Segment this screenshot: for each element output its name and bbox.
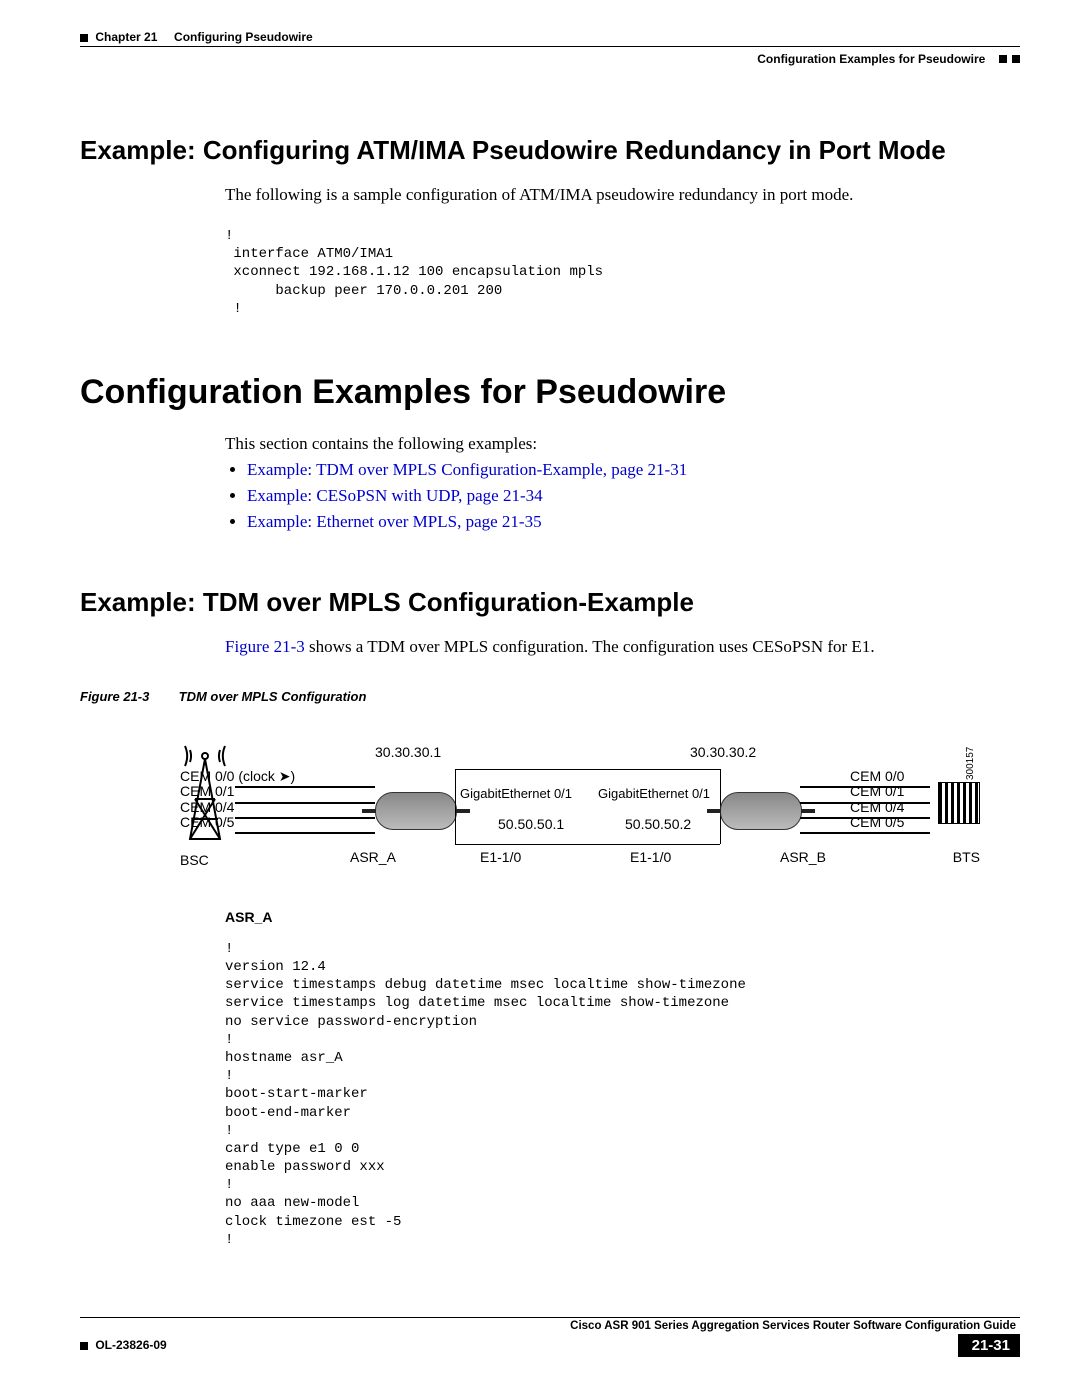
square-icon: [80, 1342, 88, 1350]
code-block-asr-a: ! version 12.4 service timestamps debug …: [225, 940, 1020, 1249]
figure-title: TDM over MPLS Configuration: [179, 689, 367, 704]
page-footer: Cisco ASR 901 Series Aggregation Service…: [80, 1317, 1020, 1367]
cem-labels-left: CEM 0/0 (clock ➤) CEM 0/1 CEM 0/4 CEM 0/…: [180, 769, 295, 831]
network-diagram: BSC CEM 0/0 (clock ➤) CEM 0/1 CEM 0/4 CE…: [180, 724, 980, 884]
diagram-id: 300157: [965, 746, 976, 779]
header-section-title: Configuration Examples for Pseudowire: [757, 52, 985, 66]
xref-link[interactable]: Example: TDM over MPLS Configuration-Exa…: [247, 460, 687, 479]
bts-icon: [938, 782, 980, 824]
xref-list: Example: TDM over MPLS Configuration-Exa…: [225, 460, 1020, 532]
xref-link[interactable]: Example: CESoPSN with UDP, page 21-34: [247, 486, 543, 505]
router-icon: [375, 792, 457, 830]
figure-caption: Figure 21-3 TDM over MPLS Configuration: [80, 689, 1020, 704]
label-ip: 30.30.30.1: [375, 744, 441, 760]
label-asr-a: ASR_A: [350, 849, 396, 865]
asr-a-label: ASR_A: [225, 909, 1020, 925]
intro-text: This section contains the following exam…: [225, 434, 1020, 454]
label-ip: 30.30.30.2: [690, 744, 756, 760]
chapter-label: Chapter 21: [95, 30, 157, 44]
intro-text: The following is a sample configuration …: [225, 184, 1020, 207]
page: Chapter 21 Configuring Pseudowire Config…: [0, 0, 1080, 1397]
label-ge-right: GigabitEthernet 0/1: [598, 786, 710, 801]
chapter-title: Configuring Pseudowire: [174, 30, 313, 44]
intro-text: Figure 21-3 shows a TDM over MPLS config…: [225, 636, 1020, 659]
figure-number: Figure 21-3: [80, 689, 175, 704]
heading-config-examples: Configuration Examples for Pseudowire: [80, 373, 1020, 412]
intro-rest: shows a TDM over MPLS configuration. The…: [305, 637, 875, 656]
label-bts: BTS: [953, 849, 980, 865]
footer-pagenum: 21-31: [958, 1334, 1020, 1357]
label-ip: 50.50.50.2: [625, 816, 691, 832]
router-icon: [720, 792, 802, 830]
label-ge-left: GigabitEthernet 0/1: [460, 786, 572, 801]
label-e1: E1-1/0: [480, 849, 521, 865]
label-ip: 50.50.50.1: [498, 816, 564, 832]
footer-guide-title: Cisco ASR 901 Series Aggregation Service…: [80, 1320, 1016, 1332]
square-icon: [80, 34, 88, 42]
page-header: Chapter 21 Configuring Pseudowire Config…: [80, 30, 1020, 80]
code-block-atm-ima: ! interface ATM0/IMA1 xconnect 192.168.1…: [225, 227, 1020, 318]
square-icon: [1012, 55, 1020, 63]
header-right: Configuration Examples for Pseudowire: [757, 52, 1020, 66]
header-left: Chapter 21 Configuring Pseudowire: [80, 30, 313, 44]
figure-xref[interactable]: Figure 21-3: [225, 637, 305, 656]
cem-labels-right: CEM 0/0 CEM 0/1 CEM 0/4 CEM 0/5: [850, 769, 904, 831]
heading-tdm-example: Example: TDM over MPLS Configuration-Exa…: [80, 587, 1020, 618]
xref-link[interactable]: Example: Ethernet over MPLS, page 21-35: [247, 512, 542, 531]
square-icon: [999, 55, 1007, 63]
label-bsc: BSC: [180, 852, 209, 868]
label-asr-b: ASR_B: [780, 849, 826, 865]
heading-example-atm-ima: Example: Configuring ATM/IMA Pseudowire …: [80, 135, 1020, 166]
footer-docnum: OL-23826-09: [80, 1338, 167, 1352]
label-e1: E1-1/0: [630, 849, 671, 865]
